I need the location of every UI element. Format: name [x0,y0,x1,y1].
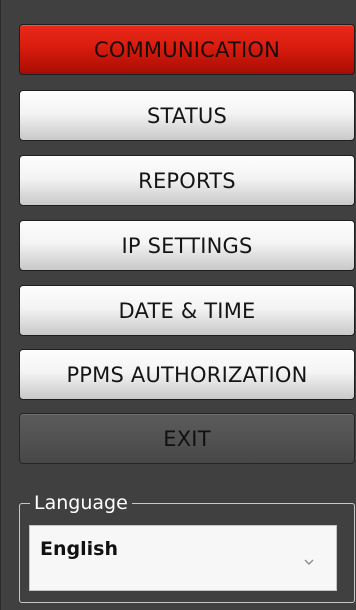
ip-settings-button[interactable]: IP SETTINGS [19,220,355,271]
exit-button[interactable]: EXIT [19,413,355,464]
communication-button[interactable]: COMMUNICATION [19,24,355,75]
language-selected-value: English [40,538,118,560]
reports-button[interactable]: REPORTS [19,155,355,206]
language-legend: Language [30,490,132,516]
language-group: Language English [19,490,355,603]
status-button[interactable]: STATUS [19,90,355,141]
date-time-button[interactable]: DATE & TIME [19,285,355,336]
ppms-authorization-button[interactable]: PPMS AUTHORIZATION [19,349,355,400]
side-menu-panel: COMMUNICATION STATUS REPORTS IP SETTINGS… [0,0,356,610]
chevron-down-icon [304,559,314,565]
language-select[interactable]: English [29,525,337,591]
